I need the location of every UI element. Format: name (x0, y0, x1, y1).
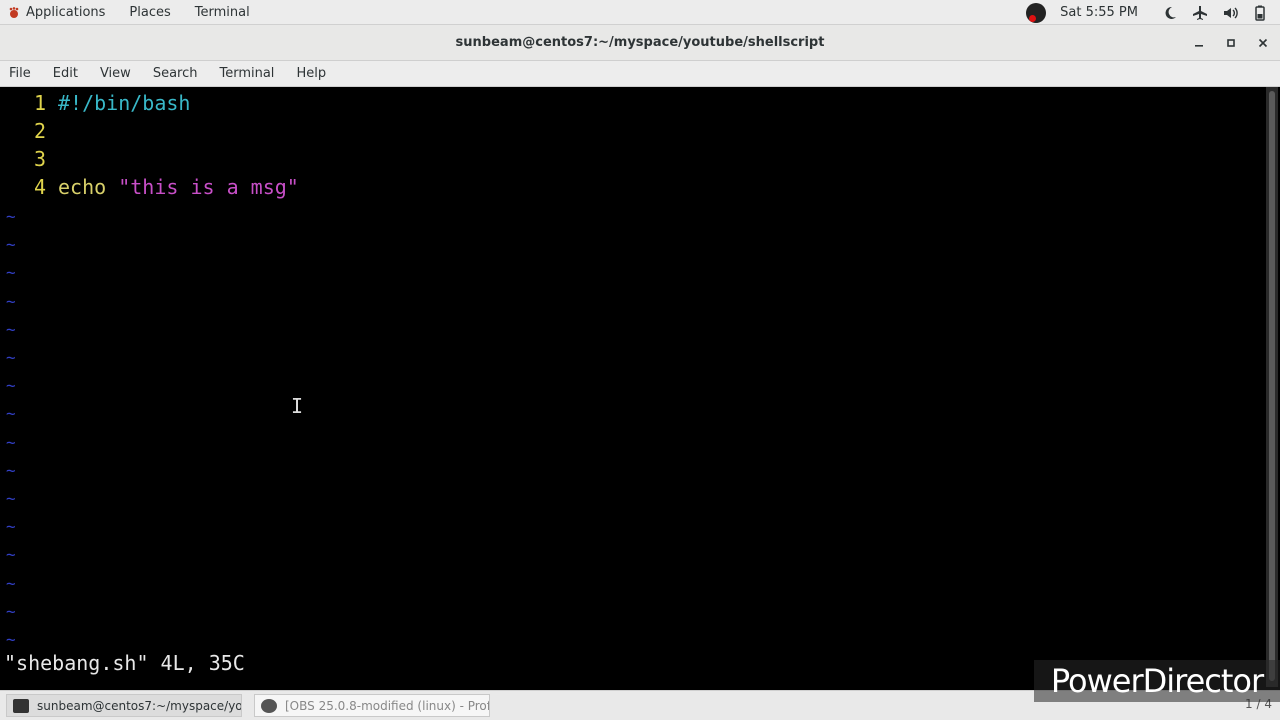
night-light-icon[interactable] (1162, 5, 1178, 21)
tilde-marker: ~ (6, 263, 16, 283)
menu-file[interactable]: File (9, 66, 31, 81)
code-line: 1 #!/bin/bash (0, 89, 191, 117)
terminal-app-menu[interactable]: Terminal (195, 5, 250, 20)
tilde-marker: ~ (6, 376, 16, 396)
close-button[interactable] (1256, 36, 1270, 50)
code-line: 4 echo "this is a msg" (0, 173, 299, 201)
line-number: 1 (33, 91, 46, 115)
window-titlebar[interactable]: sunbeam@centos7:~/myspace/youtube/shells… (0, 25, 1280, 61)
window-title: sunbeam@centos7:~/myspace/youtube/shells… (455, 35, 825, 50)
line-code: echo "this is a msg" (58, 175, 299, 199)
code-token: #!/bin/bash (58, 91, 191, 115)
line-number: 2 (33, 119, 46, 143)
menu-help[interactable]: Help (296, 66, 326, 81)
airplane-mode-icon[interactable] (1192, 5, 1208, 21)
tilde-marker: ~ (6, 319, 16, 339)
menu-edit[interactable]: Edit (53, 66, 78, 81)
minimize-icon (1195, 45, 1203, 47)
top-panel: Applications Places Terminal Sat 5:55 PM (0, 0, 1280, 25)
top-panel-menus: Applications Places Terminal (8, 0, 274, 25)
task-obs[interactable]: [OBS 25.0.8-modified (linux) - Profil... (254, 694, 490, 717)
code-line: 2 (0, 117, 58, 145)
close-icon (1258, 38, 1268, 48)
window-controls (1192, 25, 1270, 61)
tilde-marker: ~ (6, 601, 16, 621)
terminal-area[interactable]: 1 #!/bin/bash 2 3 4 echo "this is a msg" ~ ~ ~ ~… (0, 87, 1278, 687)
code-token: echo (58, 175, 119, 199)
line-code: #!/bin/bash (58, 91, 190, 115)
scrollbar-thumb[interactable] (1269, 91, 1275, 681)
tilde-marker: ~ (6, 404, 16, 424)
maximize-icon (1227, 39, 1235, 47)
menu-search[interactable]: Search (153, 66, 198, 81)
system-tray: Sat 5:55 PM (1026, 0, 1268, 25)
task-label: [OBS 25.0.8-modified (linux) - Profil... (285, 698, 490, 713)
volume-icon[interactable] (1222, 5, 1238, 21)
line-number: 4 (33, 175, 46, 199)
terminal-scrollbar[interactable] (1266, 87, 1278, 687)
task-terminal[interactable]: sunbeam@centos7:~/myspace/yout... (6, 694, 242, 717)
tilde-marker: ~ (6, 460, 16, 480)
obs-icon[interactable] (1026, 2, 1047, 23)
applications-menu[interactable]: Applications (26, 5, 105, 20)
terminal-menubar: File Edit View Search Terminal Help (0, 61, 1280, 87)
battery-icon[interactable] (1252, 5, 1268, 21)
code-line: 3 (0, 145, 58, 173)
tilde-marker: ~ (6, 545, 16, 565)
places-menu[interactable]: Places (129, 5, 170, 20)
tilde-marker: ~ (6, 207, 16, 226)
obs-icon (261, 698, 277, 713)
powerdirector-watermark: PowerDirector (1034, 660, 1280, 702)
clock[interactable]: Sat 5:55 PM (1060, 5, 1138, 20)
tilde-marker: ~ (6, 489, 16, 508)
tilde-marker: ~ (6, 348, 16, 367)
tilde-marker: ~ (6, 432, 16, 452)
tilde-marker: ~ (6, 291, 16, 311)
line-number: 3 (33, 147, 46, 171)
menu-view[interactable]: View (100, 66, 131, 81)
tilde-marker: ~ (6, 630, 16, 649)
tilde-marker: ~ (6, 235, 16, 255)
gnome-foot-icon (9, 6, 19, 18)
task-label: sunbeam@centos7:~/myspace/yout... (37, 698, 242, 713)
vim-status-line: "shebang.sh" 4L, 35C (4, 651, 245, 675)
menu-terminal[interactable]: Terminal (219, 66, 274, 81)
maximize-button[interactable] (1224, 36, 1238, 50)
text-cursor-icon: I (291, 394, 304, 418)
code-token: "this is a msg" (118, 175, 299, 199)
terminal-icon (13, 698, 29, 713)
minimize-button[interactable] (1192, 36, 1206, 50)
tilde-marker: ~ (6, 573, 16, 593)
tilde-marker: ~ (6, 517, 16, 537)
